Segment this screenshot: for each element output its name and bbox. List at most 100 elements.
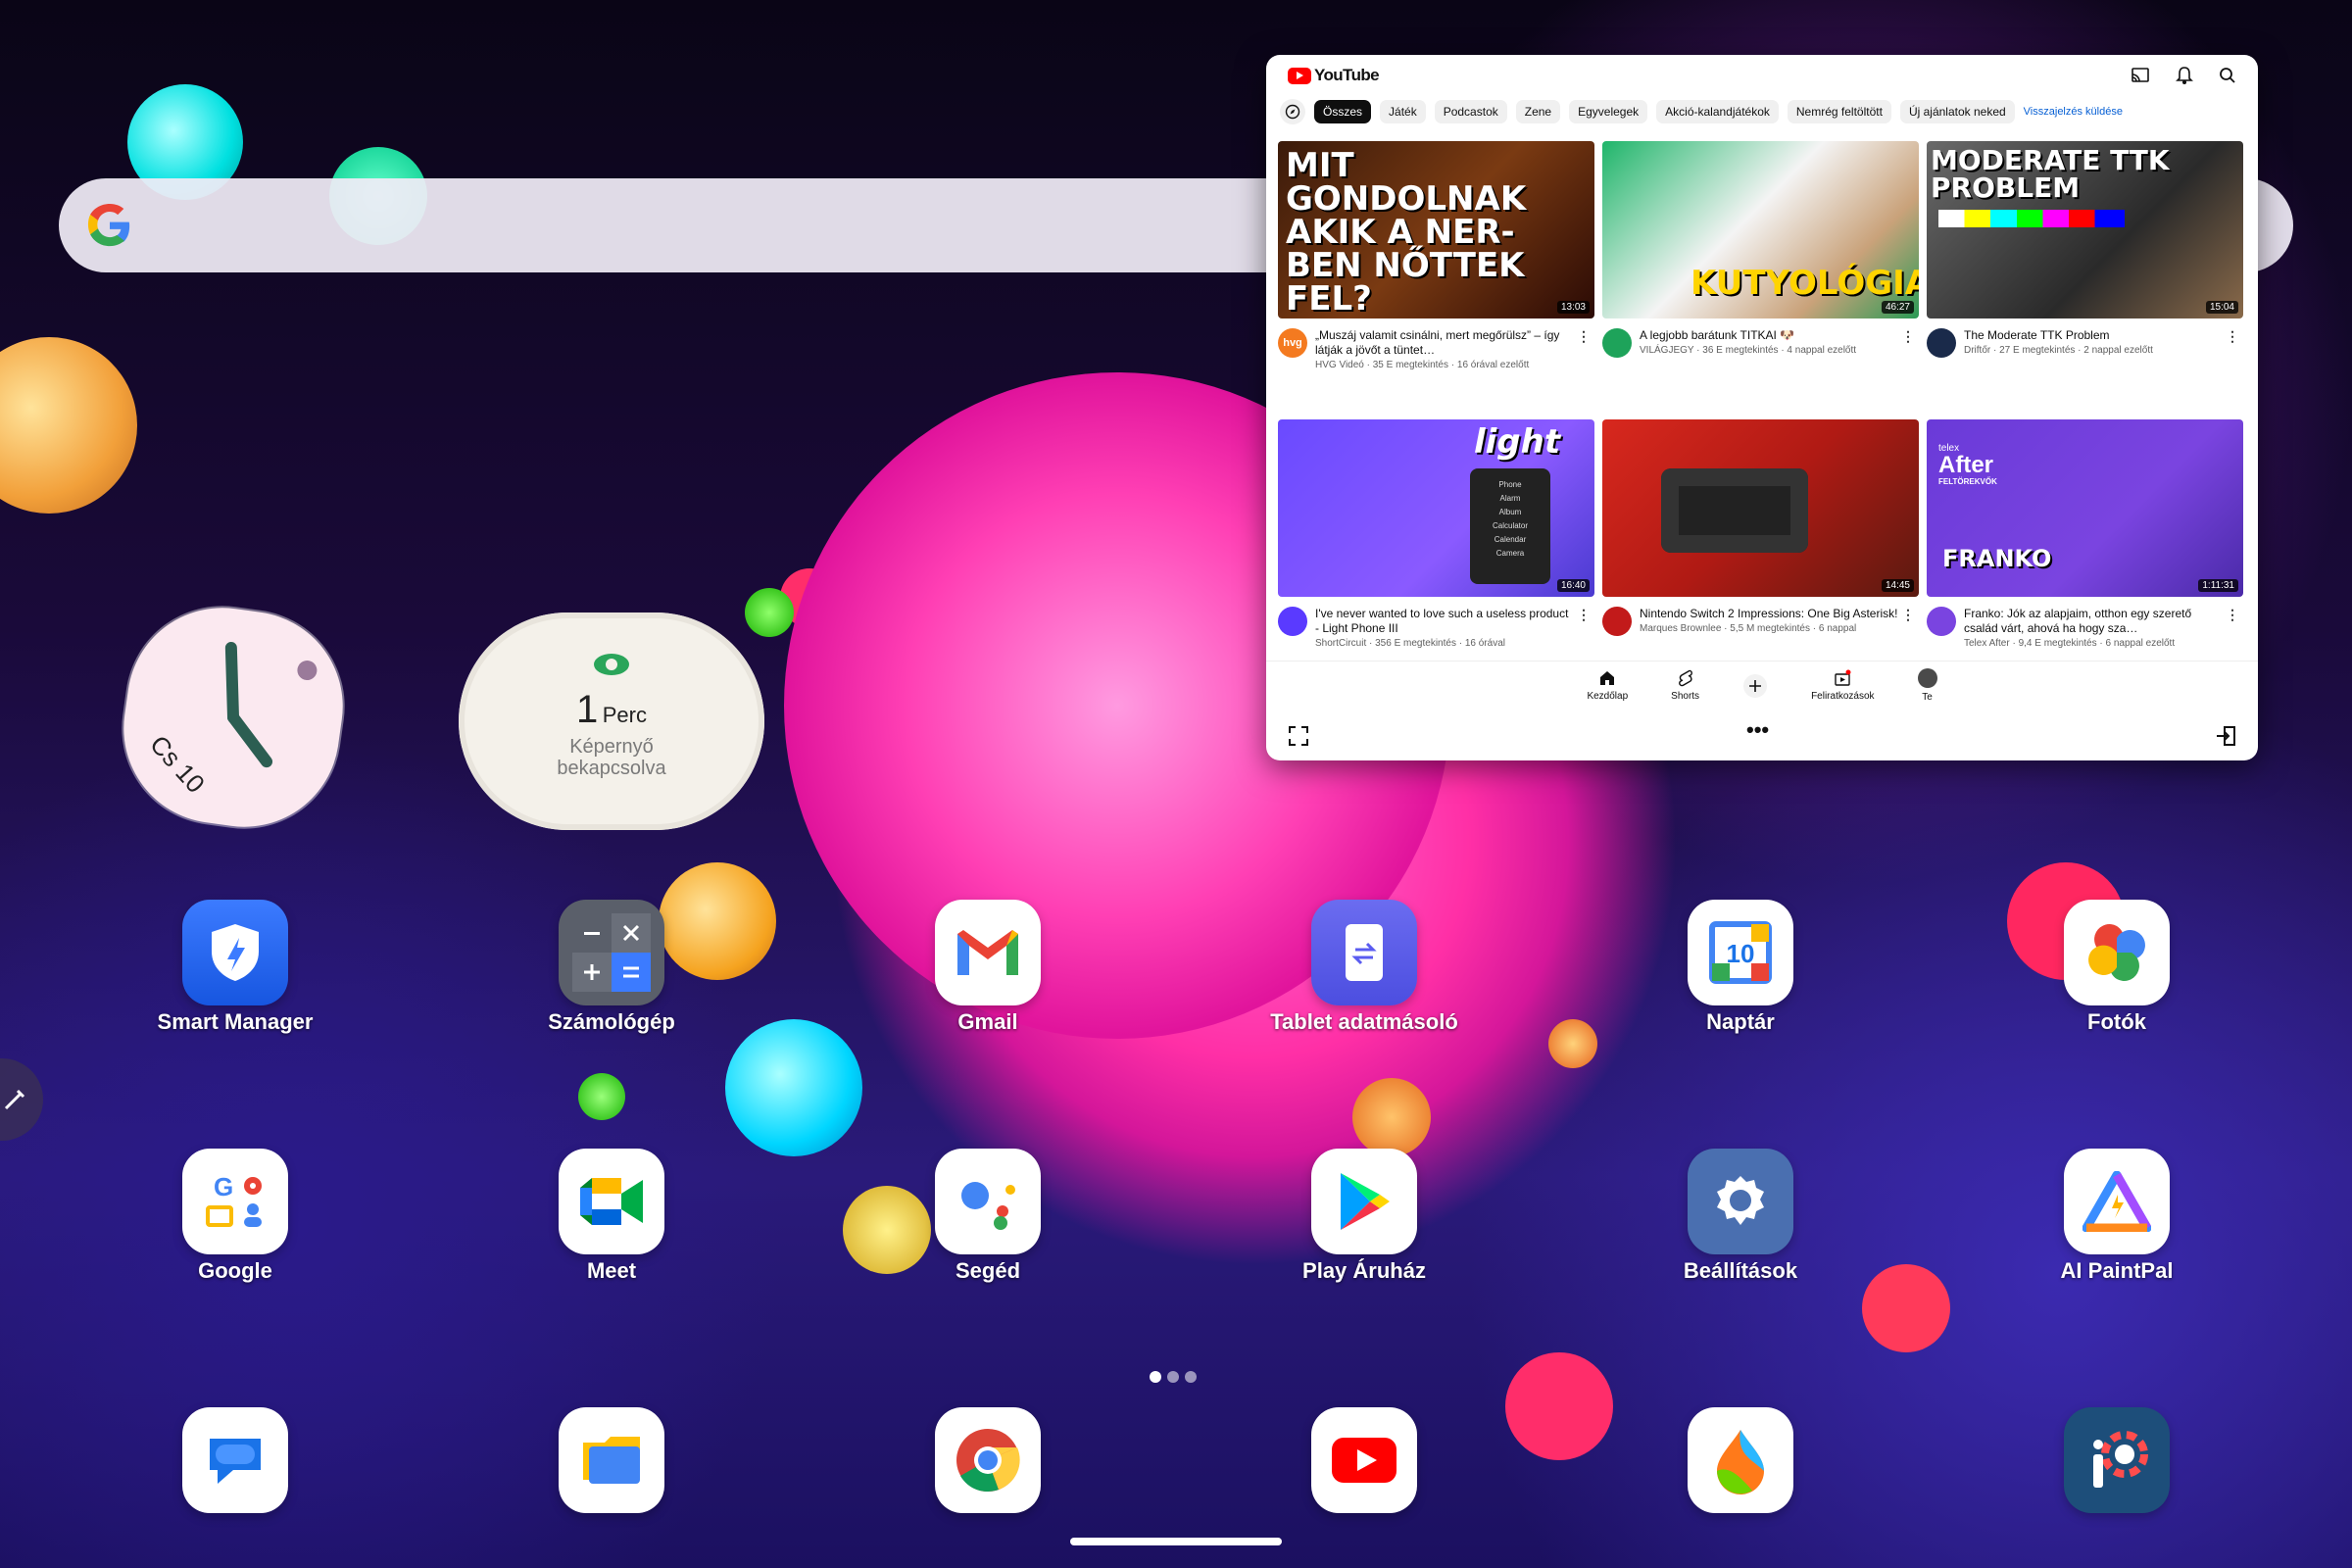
video-title[interactable]: Franko: Jók az alapjaim, otthon egy szer… bbox=[1964, 607, 2243, 636]
youtube-popup-window[interactable]: YouTube Összes Játék Podcastok Zene Egyv… bbox=[1266, 55, 2258, 760]
video-meta: Marques Brownlee · 5,5 M megtekintés · 6… bbox=[1640, 623, 1857, 634]
subscriptions-icon bbox=[1835, 669, 1851, 686]
thumbnail-text: MIT GONDOLNAK AKIK A NER-BEN NŐTTEK FEL? bbox=[1286, 146, 1527, 318]
edge-panel-handle[interactable] bbox=[0, 1058, 43, 1141]
svg-text:10: 10 bbox=[1727, 939, 1755, 968]
nav-home[interactable]: Kezdőlap bbox=[1587, 662, 1628, 710]
video-title[interactable]: I've never wanted to love such a useless… bbox=[1315, 607, 1594, 636]
wallpaper-bubble bbox=[1548, 1019, 1597, 1068]
channel-avatar[interactable] bbox=[1278, 607, 1307, 636]
cast-icon[interactable] bbox=[2131, 67, 2150, 84]
dock-ibispaint[interactable] bbox=[1999, 1407, 2234, 1513]
video-card[interactable]: MIT GONDOLNAK AKIK A NER-BEN NŐTTEK FEL?… bbox=[1278, 141, 1594, 370]
video-card[interactable]: light Phone Alarm Album Calculator Calen… bbox=[1278, 419, 1594, 649]
console-mockup bbox=[1661, 468, 1808, 553]
video-thumbnail[interactable]: telex After FELTÖREKVŐK FRANKO 1:11:31 bbox=[1927, 419, 2243, 597]
app-meet[interactable]: Meet bbox=[494, 1149, 729, 1284]
app-smart-manager[interactable]: Smart Manager bbox=[118, 900, 353, 1035]
calendar-icon: 10 bbox=[1688, 900, 1793, 1005]
video-meta: VILÁGJEGY · 36 E megtekintés · 4 nappal … bbox=[1640, 345, 1857, 356]
app-calendar[interactable]: 10 Naptár bbox=[1623, 900, 1858, 1035]
page-dot[interactable] bbox=[1185, 1371, 1197, 1383]
video-thumbnail[interactable]: 14:45 bbox=[1602, 419, 1919, 597]
video-duration: 1:11:31 bbox=[2198, 579, 2238, 592]
screen-time-widget[interactable]: 1 Perc Képernyő bekapcsolva bbox=[459, 612, 764, 830]
channel-avatar[interactable] bbox=[1927, 328, 1956, 358]
plus-icon bbox=[1743, 673, 1768, 698]
paintpal-icon bbox=[2064, 1149, 2170, 1254]
exit-popup-icon[interactable] bbox=[2215, 725, 2236, 747]
video-title[interactable]: A legjobb barátunk TITKAI 🐶 bbox=[1640, 328, 1856, 343]
clock-hands-icon bbox=[224, 642, 318, 768]
compass-icon bbox=[1285, 104, 1300, 120]
thumbnail-text: FRANKO bbox=[1942, 545, 2052, 572]
chip-action-adventure[interactable]: Akció-kalandjátékok bbox=[1656, 100, 1779, 123]
more-options-icon[interactable]: ⋮ bbox=[1577, 607, 1591, 623]
app-settings[interactable]: Beállítások bbox=[1623, 1149, 1858, 1284]
fullscreen-icon[interactable] bbox=[1288, 725, 1309, 747]
nav-you[interactable]: Te bbox=[1917, 662, 1937, 710]
chip-recently-uploaded[interactable]: Nemrég feltöltött bbox=[1787, 100, 1891, 123]
youtube-logo[interactable]: YouTube bbox=[1288, 66, 1380, 85]
video-card[interactable]: KUTYOLÓGIA 46:27 A legjobb barátunk TITK… bbox=[1602, 141, 1919, 358]
chip-gaming[interactable]: Játék bbox=[1380, 100, 1426, 123]
more-options-icon[interactable]: ⋮ bbox=[1577, 328, 1591, 345]
app-gmail[interactable]: Gmail bbox=[870, 900, 1105, 1035]
channel-avatar[interactable] bbox=[1927, 607, 1956, 636]
ibispaint-icon bbox=[2064, 1407, 2170, 1513]
dock-chrome[interactable] bbox=[870, 1407, 1105, 1513]
video-thumbnail[interactable]: KUTYOLÓGIA 46:27 bbox=[1602, 141, 1919, 318]
nav-shorts[interactable]: Shorts bbox=[1671, 662, 1699, 710]
app-calculator[interactable]: Számológép bbox=[494, 900, 729, 1035]
dock-youtube[interactable] bbox=[1247, 1407, 1482, 1513]
video-card[interactable]: 14:45 Nintendo Switch 2 Impressions: One… bbox=[1602, 419, 1919, 636]
video-title[interactable]: „Muszáj valamit csinálni, mert megőrülsz… bbox=[1315, 328, 1594, 358]
more-options-icon[interactable]: ⋮ bbox=[1901, 328, 1915, 345]
video-card[interactable]: telex After FELTÖREKVŐK FRANKO 1:11:31 F… bbox=[1927, 419, 2243, 649]
channel-avatar[interactable] bbox=[1602, 607, 1632, 636]
notifications-icon[interactable] bbox=[2176, 66, 2193, 85]
video-thumbnail[interactable]: light Phone Alarm Album Calculator Calen… bbox=[1278, 419, 1594, 597]
chip-mixes[interactable]: Egyvelegek bbox=[1569, 100, 1648, 123]
video-thumbnail[interactable]: MODERATE TTK PROBLEM 15:04 bbox=[1927, 141, 2243, 318]
clone-icon bbox=[1311, 900, 1417, 1005]
channel-avatar[interactable] bbox=[1602, 328, 1632, 358]
video-title[interactable]: Nintendo Switch 2 Impressions: One Big A… bbox=[1640, 607, 1917, 621]
app-tablet-clone[interactable]: Tablet adatmásoló bbox=[1247, 900, 1482, 1035]
gesture-nav-handle[interactable] bbox=[1070, 1538, 1282, 1545]
search-icon[interactable] bbox=[2219, 67, 2236, 84]
thumbnail-text: KUTYOLÓGIA bbox=[1690, 264, 1919, 303]
dock-paint[interactable] bbox=[1623, 1407, 1858, 1513]
app-photos[interactable]: Fotók bbox=[1999, 900, 2234, 1035]
chip-music[interactable]: Zene bbox=[1515, 100, 1561, 123]
nav-create[interactable] bbox=[1742, 662, 1768, 710]
telex-brand: telex After FELTÖREKVŐK bbox=[1938, 443, 1997, 486]
explore-chip[interactable] bbox=[1280, 99, 1305, 124]
more-options-icon[interactable]: ⋮ bbox=[2226, 607, 2239, 623]
video-title[interactable]: The Moderate TTK Problem bbox=[1964, 328, 2153, 343]
page-indicator[interactable] bbox=[1150, 1371, 1197, 1383]
dock-files[interactable] bbox=[494, 1407, 729, 1513]
app-ai-paintpal[interactable]: AI PaintPal bbox=[1999, 1149, 2234, 1284]
youtube-bottom-nav: Kezdőlap Shorts Feliratkozások Te bbox=[1266, 661, 2258, 710]
send-feedback-link[interactable]: Visszajelzés küldése bbox=[2024, 106, 2123, 118]
app-play-store[interactable]: Play Áruház bbox=[1247, 1149, 1482, 1284]
chip-all[interactable]: Összes bbox=[1314, 100, 1372, 123]
video-thumbnail[interactable]: MIT GONDOLNAK AKIK A NER-BEN NŐTTEK FEL?… bbox=[1278, 141, 1594, 318]
chip-new-to-you[interactable]: Új ajánlatok neked bbox=[1899, 100, 2015, 123]
clock-widget[interactable]: Cs 10 bbox=[111, 595, 356, 840]
channel-avatar[interactable]: hvg bbox=[1278, 328, 1307, 358]
video-card[interactable]: MODERATE TTK PROBLEM 15:04 The Moderate … bbox=[1927, 141, 2243, 358]
nav-subscriptions[interactable]: Feliratkozások bbox=[1811, 662, 1875, 710]
video-duration: 14:45 bbox=[1881, 579, 1914, 592]
more-options-icon[interactable]: ⋮ bbox=[2226, 328, 2239, 345]
page-dot[interactable] bbox=[1167, 1371, 1179, 1383]
app-assistant[interactable]: Segéd bbox=[870, 1149, 1105, 1284]
chip-podcasts[interactable]: Podcastok bbox=[1434, 100, 1507, 123]
more-icon[interactable]: ••• bbox=[1746, 717, 1769, 743]
more-options-icon[interactable]: ⋮ bbox=[1901, 607, 1915, 623]
page-dot[interactable] bbox=[1150, 1371, 1161, 1383]
play-store-icon bbox=[1311, 1149, 1417, 1254]
dock-messages[interactable] bbox=[118, 1407, 353, 1513]
app-google-folder[interactable]: G Google bbox=[118, 1149, 353, 1284]
